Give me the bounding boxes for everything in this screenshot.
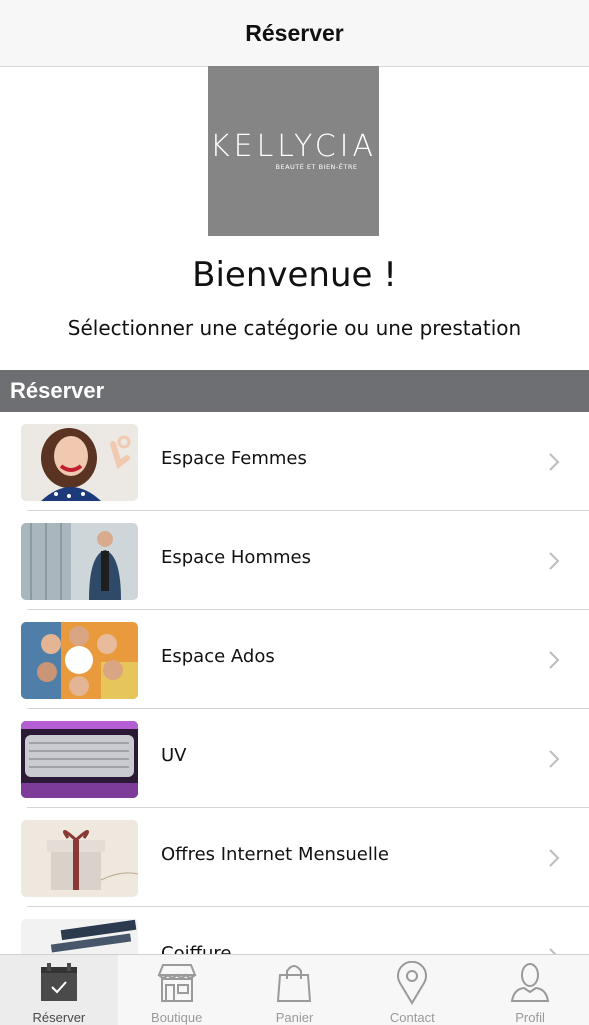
thumbnail-hair-tools-image (21, 919, 138, 954)
tab-contact[interactable]: Contact (353, 955, 471, 1025)
list-item-label: Offres Internet Mensuelle (161, 844, 389, 865)
navigation-bar: Réserver (0, 0, 589, 67)
list-item-label: Coiffure (161, 943, 232, 954)
bag-icon (277, 965, 312, 1002)
welcome-title: Bienvenue ! (192, 255, 397, 295)
page-title: Réserver (245, 19, 344, 46)
tab-label: Profil (515, 1010, 545, 1025)
chevron-right-icon (549, 552, 560, 570)
tab-boutique[interactable]: Boutique (118, 955, 236, 1025)
list-item-label: UV (161, 745, 187, 766)
tab-panier[interactable]: Panier (236, 955, 354, 1025)
list-item-espace-hommes[interactable]: Espace Hommes (0, 511, 589, 610)
calendar-check-icon (40, 963, 77, 1001)
list-item-label: Espace Hommes (161, 547, 311, 568)
person-icon (510, 963, 550, 1002)
thumbnail-teens-image (21, 622, 138, 699)
chevron-right-icon (549, 750, 560, 768)
category-list: Espace Femmes Espace Hommes Espace Ados … (0, 412, 589, 954)
tab-label: Boutique (151, 1010, 203, 1025)
list-item-label: Espace Femmes (161, 448, 307, 469)
brand-logo: KELLYCIA BEAUTÉ ET BIEN-ÊTRE (208, 66, 379, 236)
chevron-right-icon (549, 948, 557, 954)
list-item-coiffure[interactable]: Coiffure (0, 907, 589, 954)
thumbnail-tanning-bed-image (21, 721, 138, 798)
chevron-right-icon (549, 651, 560, 669)
tab-profil[interactable]: Profil (471, 955, 589, 1025)
thumbnail-gift-image (21, 820, 138, 897)
chevron-right-icon (549, 453, 560, 471)
logo-tagline: BEAUTÉ ET BIEN-ÊTRE (275, 162, 358, 171)
section-header: Réserver (0, 370, 589, 412)
tab-label: Panier (275, 1010, 314, 1025)
logo-brand-text: KELLYCIA (209, 128, 378, 164)
list-item-offres-internet[interactable]: Offres Internet Mensuelle (0, 808, 589, 907)
list-item-espace-ados[interactable]: Espace Ados (0, 610, 589, 709)
list-item-uv[interactable]: UV (0, 709, 589, 808)
thumbnail-man-image (21, 523, 138, 600)
tab-label: Réserver (32, 1010, 86, 1025)
tab-reserver[interactable]: Réserver (0, 955, 118, 1025)
welcome-subtitle: Sélectionner une catégorie ou une presta… (67, 316, 522, 340)
list-item-label: Espace Ados (161, 646, 275, 667)
section-title: Réserver (10, 378, 105, 403)
shop-icon (157, 964, 197, 1002)
list-item-espace-femmes[interactable]: Espace Femmes (0, 412, 589, 511)
tab-label: Contact (389, 1010, 435, 1025)
tab-bar: Réserver Boutique Panier Contact Profil (0, 954, 589, 1025)
thumbnail-woman-image (21, 424, 138, 501)
chevron-right-icon (549, 849, 560, 867)
location-pin-icon (397, 961, 428, 1005)
